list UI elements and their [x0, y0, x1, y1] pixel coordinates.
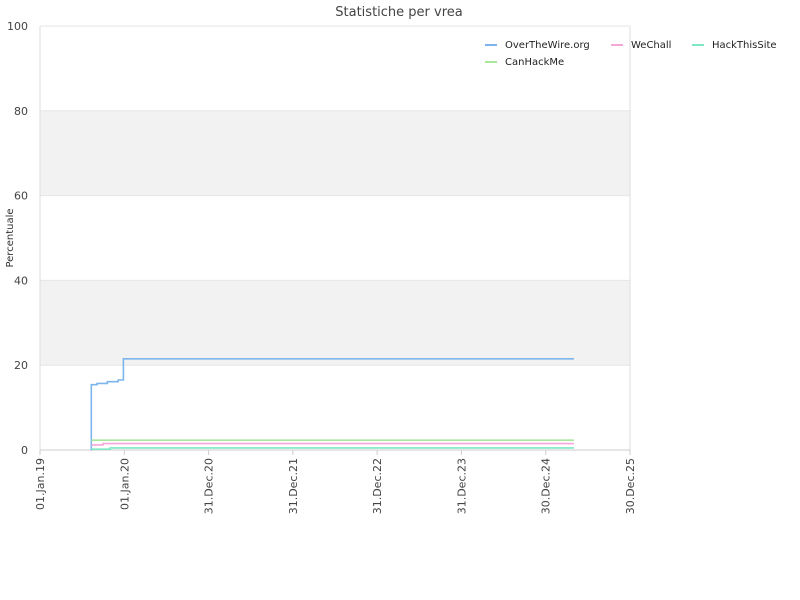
series-line-hackthissite — [91, 447, 574, 450]
y-axis-label: Percentuale — [5, 208, 16, 267]
legend-label-wechall: WeChall — [631, 40, 671, 51]
x-tick-label: 30.Dec.25 — [624, 458, 637, 514]
legend-label-hackthissite: HackThisSite — [712, 40, 777, 51]
series-layer — [90, 358, 574, 451]
y-tick-label: 100 — [7, 20, 28, 33]
chart-title: Statistiche per vrea — [335, 5, 462, 20]
x-tick-label: 31.Dec.23 — [455, 458, 468, 514]
x-tick-label: 01.Jan.20 — [118, 458, 131, 510]
plot-bands — [40, 110, 630, 366]
y-tick-label: 0 — [21, 444, 28, 457]
y-tick-label: 80 — [14, 105, 28, 118]
legend-label-canhackme: CanHackMe — [505, 57, 564, 68]
chart-svg: 0 20 40 60 80 100 01.Jan.19 01.Jan.20 31.Dec.20 3… — [5, 5, 777, 514]
x-tick-label: 31.Dec.21 — [287, 458, 300, 514]
gridlines — [40, 25, 630, 451]
x-tick-label: 31.Dec.20 — [203, 458, 216, 514]
axes — [39, 26, 631, 455]
x-tick-label: 30.Dec.24 — [540, 458, 553, 514]
chart-container: 0 20 40 60 80 100 01.Jan.19 01.Jan.20 31.Dec.20 3… — [0, 0, 800, 600]
plot-band — [40, 110, 630, 196]
legend: OverTheWire.org WeChall HackThisSite CanHac… — [485, 40, 777, 68]
series-line-wechall — [91, 442, 574, 446]
y-tick-label: 60 — [14, 190, 28, 203]
x-tick-label: 31.Dec.22 — [371, 458, 384, 514]
x-tick-label: 01.Jan.19 — [34, 458, 47, 510]
y-tick-label: 40 — [14, 274, 28, 287]
y-tick-label: 20 — [14, 359, 28, 372]
plot-band — [40, 280, 630, 366]
legend-label-overthewire-org: OverTheWire.org — [505, 40, 590, 51]
series-line-overthewire-org — [90, 358, 574, 451]
